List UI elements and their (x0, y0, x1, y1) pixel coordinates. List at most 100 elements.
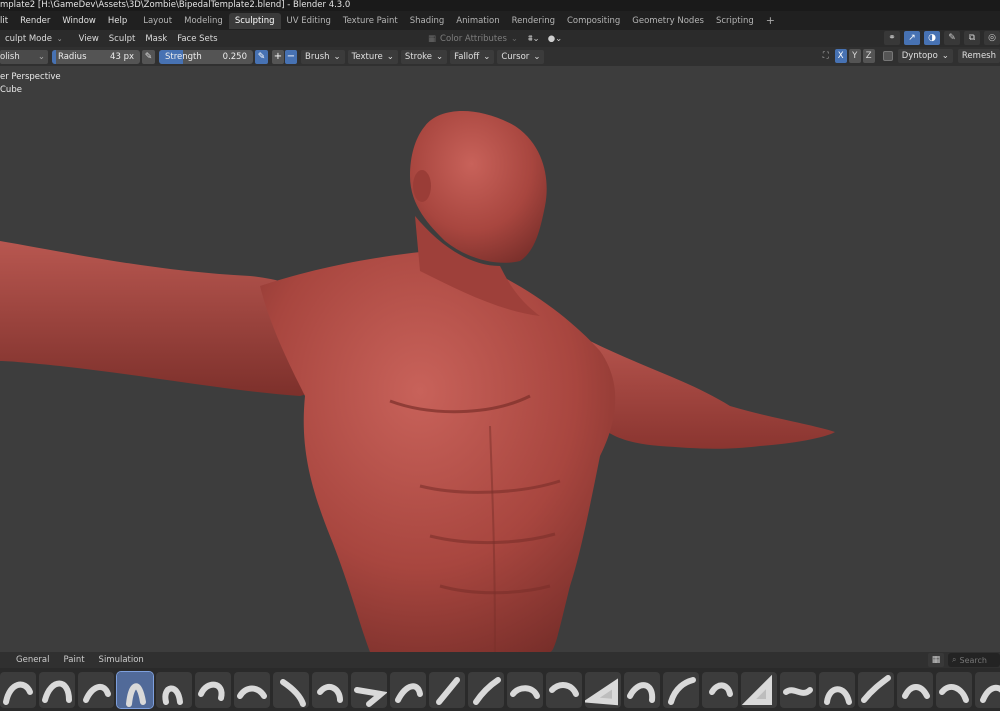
strength-label: Strength (165, 51, 202, 62)
brush-thumbnail[interactable] (741, 671, 777, 708)
tab-geometry-nodes[interactable]: Geometry Nodes (626, 13, 710, 29)
brush-thumbnail[interactable] (624, 671, 660, 708)
visibility-icon[interactable]: ⚭ (884, 31, 900, 45)
brush-icon (668, 676, 696, 705)
right-arm (590, 341, 835, 449)
menu-window[interactable]: Window (56, 16, 102, 26)
tab-modeling[interactable]: Modeling (178, 13, 229, 29)
dyntopo-checkbox[interactable] (882, 51, 893, 61)
menu-mask[interactable]: Mask (140, 34, 172, 44)
axis-x-toggle[interactable]: X (834, 49, 847, 63)
brush-thumbnail[interactable] (819, 671, 855, 708)
brush-thumbnail[interactable] (351, 671, 387, 708)
brush-thumbnail[interactable] (429, 671, 465, 708)
brush-thumbnail[interactable] (546, 671, 582, 708)
cursor-dropdown[interactable]: Cursor ⌄ (497, 49, 545, 64)
menu-face-sets[interactable]: Face Sets (172, 34, 222, 44)
dropdown-label: Stroke (404, 51, 432, 62)
falloff-dropdown[interactable]: Falloff ⌄ (450, 49, 495, 64)
radius-slider[interactable]: Radius 43 px (52, 49, 140, 64)
top-menubar: lit Render Window Help Layout Modeling S… (0, 11, 1000, 30)
brush-stroke-shape (354, 686, 387, 707)
brush-thumbnail[interactable] (195, 671, 231, 708)
brush-icon (980, 684, 1000, 703)
menu-sculpt[interactable]: Sculpt (104, 34, 141, 44)
tab-texture-paint[interactable]: Texture Paint (337, 13, 404, 29)
mode-select[interactable]: culpt Mode ⌄ (0, 34, 70, 44)
tab-shading[interactable]: Shading (404, 13, 451, 29)
brush-stroke-shape (198, 681, 225, 701)
shading-dot-icon[interactable]: ●⌄ (548, 34, 563, 44)
brush-thumbnail[interactable] (585, 671, 621, 708)
display-options-icon[interactable]: ▦ (928, 653, 944, 667)
overlay-icon[interactable]: ◑ (924, 31, 940, 45)
tab-animation[interactable]: Animation (450, 13, 505, 29)
texture-dropdown[interactable]: Texture ⌄ (347, 49, 398, 64)
dyntopo-dropdown[interactable]: Dyntopo ⌄ (897, 49, 953, 63)
asset-tab-simulation[interactable]: Simulation (92, 655, 151, 665)
grid-icon: ▦ (428, 33, 437, 44)
menu-render[interactable]: Render (14, 16, 56, 26)
brush-thumbnail[interactable] (312, 671, 348, 708)
tab-scripting[interactable]: Scripting (710, 13, 760, 29)
brush-thumbnail[interactable] (156, 671, 192, 708)
brush-thumbnail[interactable] (234, 671, 270, 708)
brush-thumbnail[interactable] (507, 671, 543, 708)
brush-thumbnail[interactable] (0, 671, 36, 708)
sculpt-model[interactable] (0, 66, 1000, 652)
brush-select[interactable]: olish ⌄ (0, 49, 48, 64)
radius-pressure-icon[interactable]: ✎ (142, 49, 155, 64)
brush-icon (510, 684, 540, 699)
brush-thumbnail[interactable] (858, 671, 894, 708)
menu-edit[interactable]: lit (0, 16, 14, 26)
asset-tab-general[interactable]: General (9, 655, 57, 665)
axis-y-toggle[interactable]: Y (848, 49, 861, 63)
color-attributes-panel[interactable]: ▦ Color Attributes ⌄ ⩩⌄ ●⌄ (428, 32, 562, 45)
ear (413, 170, 431, 202)
brush-thumbnail[interactable] (390, 671, 426, 708)
brush-thumbnail[interactable] (780, 671, 816, 708)
remesh-dropdown[interactable]: Remesh (957, 49, 1000, 63)
brush-icon (627, 681, 656, 703)
dyntopo-label: Dyntopo (901, 51, 938, 61)
brush-thumbnail[interactable] (897, 671, 933, 708)
brush-dropdown[interactable]: Brush ⌄ (301, 49, 345, 64)
tab-compositing[interactable]: Compositing (561, 13, 626, 29)
brush-thumbnail[interactable] (116, 670, 154, 709)
mirror-icon[interactable]: ⛶ (823, 51, 829, 61)
brush-thumbnail[interactable] (468, 671, 504, 708)
brush-stroke-shape (585, 677, 618, 705)
brush-icon (939, 683, 969, 703)
stroke-dropdown[interactable]: Stroke ⌄ (400, 49, 448, 64)
tab-uv-editing[interactable]: UV Editing (281, 13, 337, 29)
brush-thumbnail[interactable] (78, 671, 114, 708)
3d-viewport[interactable]: er Perspective Cube (0, 66, 1000, 652)
menu-help[interactable]: Help (102, 16, 133, 26)
brush-thumbnail[interactable] (39, 671, 75, 708)
add-workspace-button[interactable]: + (760, 14, 781, 27)
brush-thumbnail[interactable] (702, 671, 738, 708)
add-direction-button[interactable]: + (272, 49, 284, 64)
tab-layout[interactable]: Layout (137, 13, 178, 29)
subtract-direction-button[interactable]: − (285, 49, 297, 64)
symmetry-icon[interactable]: ⩩⌄ (528, 34, 540, 44)
xray-icon[interactable]: ✎ (944, 31, 960, 45)
brush-icon (395, 682, 423, 703)
menu-view[interactable]: View (74, 34, 104, 44)
brush-stroke-shape (627, 681, 656, 703)
brush-thumbnail[interactable] (975, 671, 1000, 708)
axis-z-toggle[interactable]: Z (862, 49, 875, 63)
strength-slider[interactable]: Strength 0.250 (159, 49, 253, 64)
asset-tab-paint[interactable]: Paint (57, 655, 92, 665)
solid-shading-icon[interactable]: ◎ (984, 31, 1000, 45)
maximize-icon[interactable]: ⧉ (964, 31, 980, 45)
brush-icon (198, 681, 225, 701)
brush-thumbnail[interactable] (936, 671, 972, 708)
strength-pressure-icon[interactable]: ✎ (255, 49, 268, 64)
tab-sculpting[interactable]: Sculpting (228, 12, 281, 29)
brush-thumbnail[interactable] (663, 671, 699, 708)
asset-search-input[interactable]: ⌕ Search (948, 653, 1000, 667)
gizmo-icon[interactable]: ↗ (904, 31, 920, 45)
brush-thumbnail[interactable] (273, 671, 309, 708)
tab-rendering[interactable]: Rendering (506, 13, 561, 29)
